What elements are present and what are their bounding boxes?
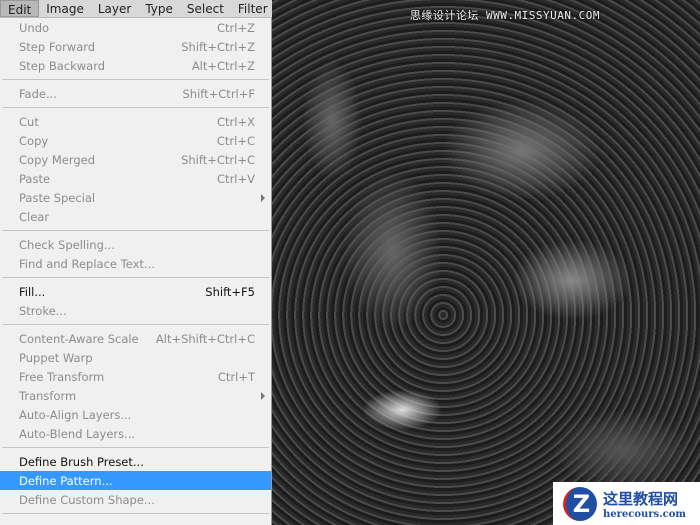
menu-item-label: Clear	[19, 209, 50, 224]
menu-item-label: Step Forward	[19, 39, 96, 54]
menu-item-stroke: Stroke...	[0, 301, 271, 320]
menu-item-transform: Transform	[0, 386, 271, 405]
menu-item-clear: Clear	[0, 207, 271, 226]
menu-item-shortcut: Ctrl+T	[217, 369, 255, 384]
menu-item-label: Copy Merged	[19, 152, 96, 167]
menu-item-label: Find and Replace Text...	[19, 256, 155, 271]
menu-item-paste: Paste Ctrl+V	[0, 169, 271, 188]
menu-item-fade: Fade... Shift+Ctrl+F	[0, 84, 271, 103]
menu-item-shortcut: Ctrl+X	[217, 114, 255, 129]
menu-item-shortcut: Shift+Ctrl+C	[181, 152, 255, 167]
menu-item-label: Free Transform	[19, 369, 105, 384]
menu-item-define-pattern[interactable]: Define Pattern...	[0, 471, 271, 490]
logo-url: herecours.com	[603, 508, 687, 520]
menu-item-label: Undo	[19, 20, 50, 35]
menu-item-label: Transform	[19, 388, 77, 403]
menu-item-shortcut: Ctrl+Z	[217, 20, 255, 35]
menu-image[interactable]: Image	[39, 0, 91, 17]
menu-item-find-and-replace-text: Find and Replace Text...	[0, 254, 271, 273]
menu-item-copy: Copy Ctrl+C	[0, 131, 271, 150]
menu-item-copy-merged: Copy Merged Shift+Ctrl+C	[0, 150, 271, 169]
menu-item-step-backward: Step Backward Alt+Ctrl+Z	[0, 56, 271, 75]
site-logo: Z 这里教程网 herecours.com	[553, 482, 700, 525]
menu-item-label: Check Spelling...	[19, 237, 115, 252]
menu-item-auto-align-layers: Auto-Align Layers...	[0, 405, 271, 424]
menu-item-label: Define Custom Shape...	[19, 492, 155, 507]
menu-item-label: Puppet Warp	[19, 350, 93, 365]
menu-separator	[0, 226, 271, 235]
menu-item-free-transform: Free Transform Ctrl+T	[0, 367, 271, 386]
menu-item-shortcut: Shift+Ctrl+Z	[181, 39, 255, 54]
image-canvas[interactable]	[272, 0, 700, 525]
menu-item-label: Copy	[19, 133, 49, 148]
menu-separator	[0, 509, 271, 518]
menu-item-label: Paste Special	[19, 190, 96, 205]
menu-item-fill[interactable]: Fill... Shift+F5	[0, 282, 271, 301]
menu-item-content-aware-scale: Content-Aware Scale Alt+Shift+Ctrl+C	[0, 329, 271, 348]
menu-item-shortcut: Alt+Shift+Ctrl+C	[155, 331, 255, 346]
menu-filter[interactable]: Filter	[231, 0, 275, 17]
menu-item-label: Auto-Blend Layers...	[19, 426, 136, 441]
menu-separator	[0, 103, 271, 112]
menu-separator	[0, 320, 271, 329]
menu-item-cut: Cut Ctrl+X	[0, 112, 271, 131]
menu-item-step-forward: Step Forward Shift+Ctrl+Z	[0, 37, 271, 56]
menu-item-label: Step Backward	[19, 58, 106, 73]
menu-item-label: Content-Aware Scale	[19, 331, 139, 346]
menu-item-auto-blend-layers: Auto-Blend Layers...	[0, 424, 271, 443]
menu-item-label: Define Brush Preset...	[19, 454, 144, 469]
watermark: 思缘设计论坛 WWW.MISSYUAN.COM	[409, 9, 600, 22]
logo-title: 这里教程网	[603, 489, 679, 508]
menu-type[interactable]: Type	[138, 0, 180, 17]
logo-icon: Z	[563, 486, 597, 521]
edit-menu: Undo Ctrl+Z Step Forward Shift+Ctrl+Z Step B…	[0, 18, 272, 525]
menu-separator	[0, 443, 271, 452]
menu-edit[interactable]: Edit	[0, 0, 40, 17]
menu-item-shortcut: Ctrl+V	[217, 171, 255, 186]
submenu-arrow-icon	[261, 194, 265, 202]
submenu-arrow-icon	[261, 392, 265, 400]
menu-item-define-brush-preset[interactable]: Define Brush Preset...	[0, 452, 271, 471]
menu-item-label: Fill...	[19, 284, 46, 299]
menu-item-shortcut: Shift+F5	[205, 284, 255, 299]
menu-item-label: Define Pattern...	[19, 473, 113, 488]
menu-bar: Edit Image Layer Type Select Filter	[0, 0, 272, 18]
menu-item-label: Fade...	[19, 86, 57, 101]
menu-item-label: Cut	[19, 114, 39, 129]
menu-item-undo: Undo Ctrl+Z	[0, 18, 271, 37]
menu-layer[interactable]: Layer	[91, 0, 138, 17]
menu-item-label: Auto-Align Layers...	[19, 407, 132, 422]
menu-item-shortcut: Ctrl+C	[216, 133, 255, 148]
menu-item-check-spelling: Check Spelling...	[0, 235, 271, 254]
menu-item-shortcut: Alt+Ctrl+Z	[191, 58, 255, 73]
menu-item-paste-special: Paste Special	[0, 188, 271, 207]
menu-separator	[0, 273, 271, 282]
menu-item-label: Stroke...	[19, 303, 67, 318]
menu-item-label: Paste	[19, 171, 51, 186]
menu-item-puppet-warp: Puppet Warp	[0, 348, 271, 367]
menu-select[interactable]: Select	[180, 0, 231, 17]
menu-separator	[0, 75, 271, 84]
menu-item-shortcut: Shift+Ctrl+F	[182, 86, 256, 101]
menu-item-define-custom-shape: Define Custom Shape...	[0, 490, 271, 509]
